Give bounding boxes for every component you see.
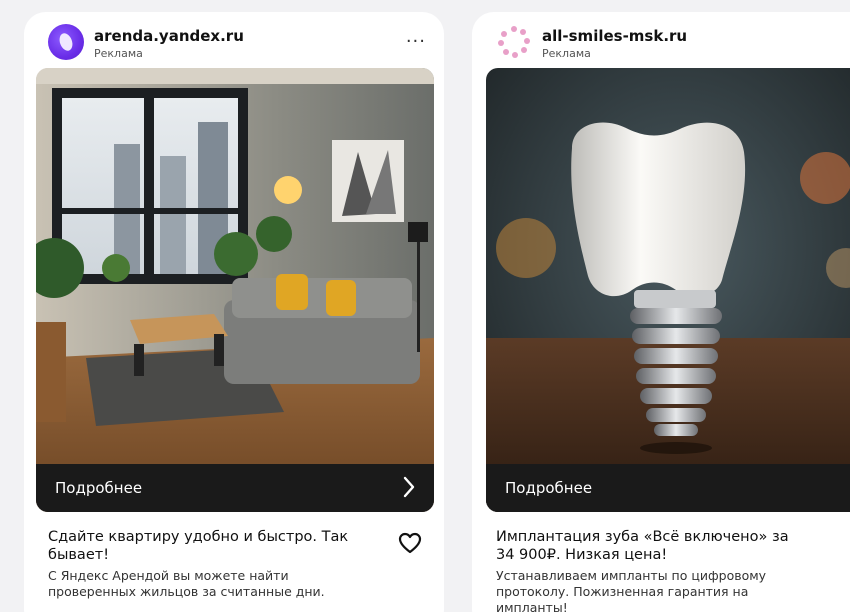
living-room-image — [36, 68, 434, 512]
ad-title[interactable]: Сдайте квартиру удобно и быстро. Так быв… — [48, 528, 358, 564]
more-options-icon[interactable]: ... — [406, 26, 426, 47]
more-details-label: Подробнее — [505, 479, 593, 497]
ad-site-name[interactable]: arenda.yandex.ru — [94, 27, 244, 45]
ad-card-arenda[interactable]: arenda.yandex.ru Реклама ... Подробнее С… — [24, 12, 444, 612]
ad-header: arenda.yandex.ru Реклама ... — [48, 24, 426, 62]
more-details-button[interactable]: Подробнее — [486, 464, 850, 512]
ad-label: Реклама — [542, 47, 591, 60]
favorite-heart-icon[interactable] — [398, 532, 422, 554]
ad-image-dental-implant[interactable]: Подробнее — [486, 68, 850, 512]
ad-image-apartment[interactable]: Подробнее — [36, 68, 434, 512]
more-details-button[interactable]: Подробнее — [36, 464, 434, 512]
ad-description: С Яндекс Арендой вы можете найти провере… — [48, 568, 325, 599]
dental-implant-image — [486, 68, 850, 512]
all-smiles-logo-icon[interactable] — [496, 24, 532, 60]
ad-site-name[interactable]: all-smiles-msk.ru — [542, 27, 687, 45]
chevron-right-icon — [402, 476, 416, 504]
ad-header: all-smiles-msk.ru Реклама — [496, 24, 850, 62]
more-details-label: Подробнее — [55, 479, 143, 497]
yandex-arenda-logo-icon[interactable] — [48, 24, 84, 60]
ad-description: Устанавливаем импланты по цифровому прот… — [496, 568, 767, 612]
ad-card-all-smiles[interactable]: all-smiles-msk.ru Реклама Подробнее Импл… — [472, 12, 850, 612]
ad-label: Реклама — [94, 47, 143, 60]
ad-title[interactable]: Имплантация зуба «Всё включено» за 34 90… — [496, 528, 806, 564]
